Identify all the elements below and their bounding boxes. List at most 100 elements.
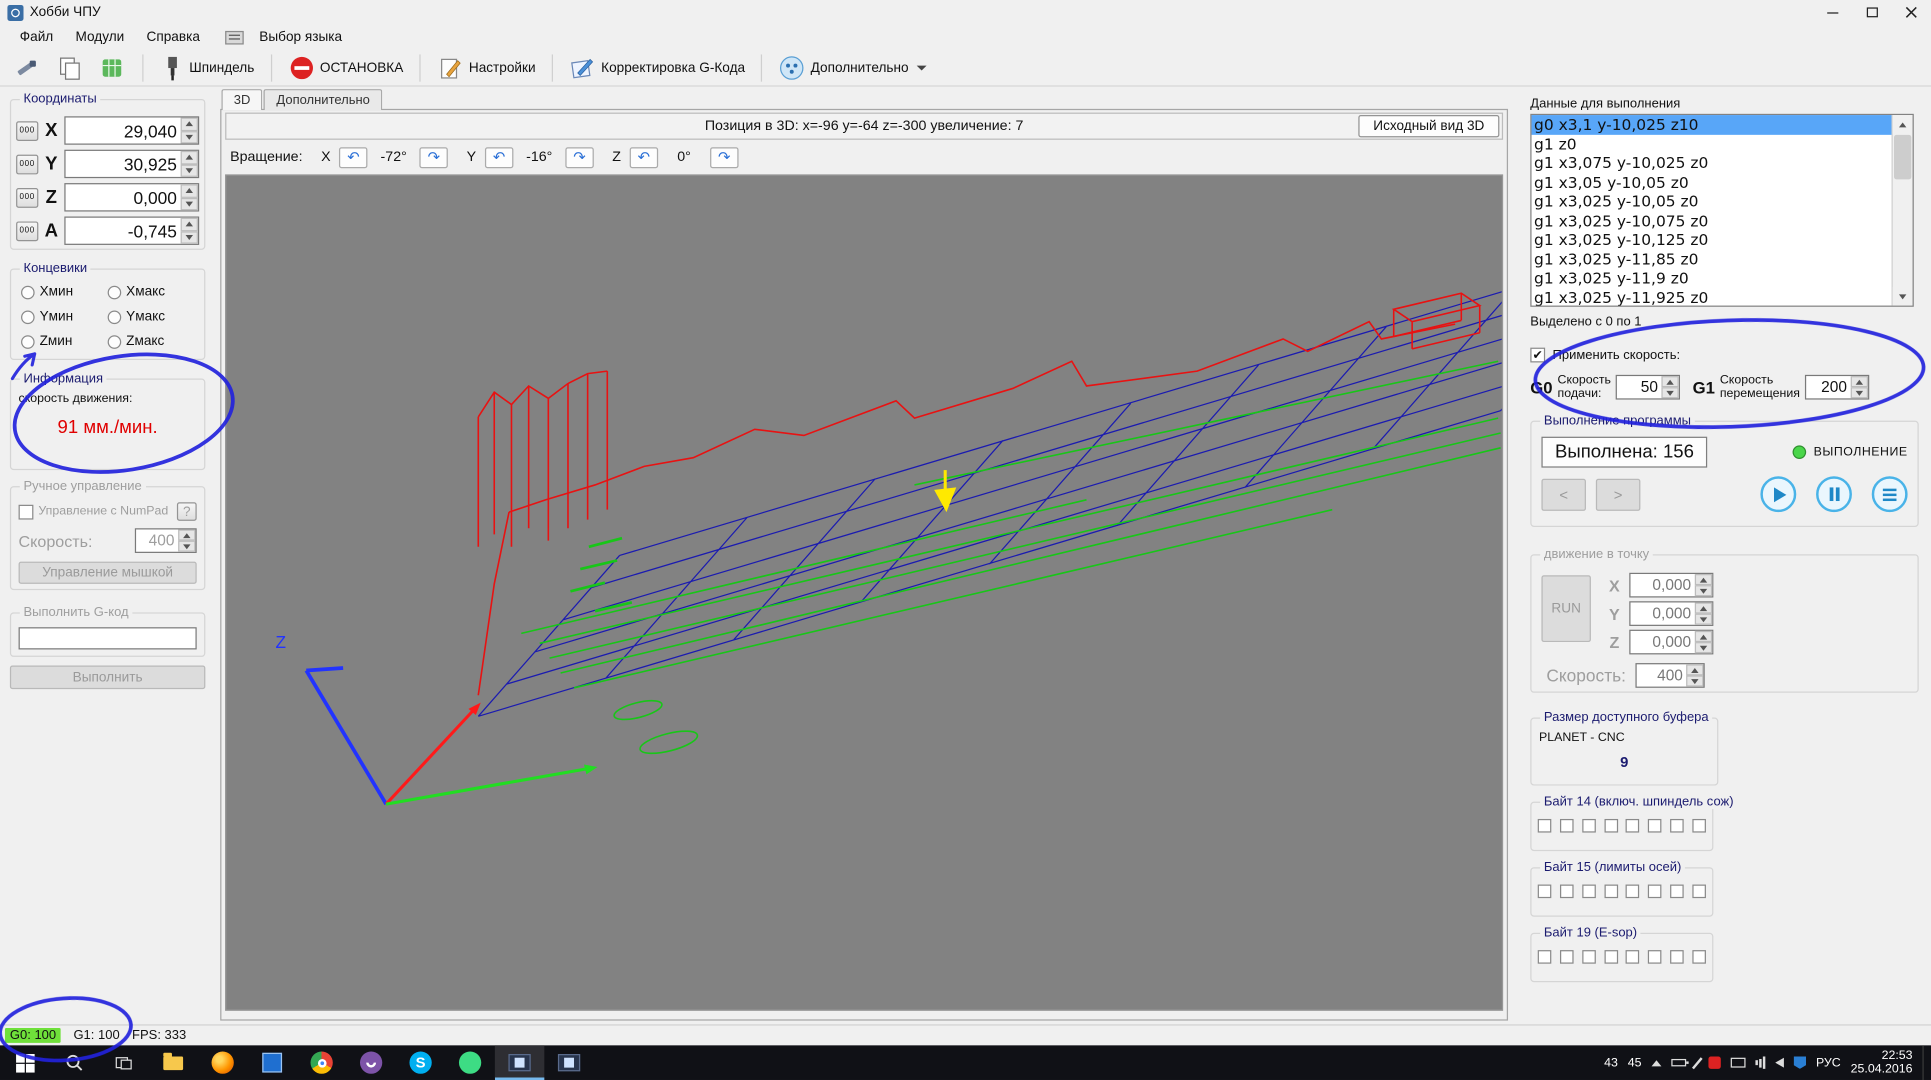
- defender-flag-icon[interactable]: [1794, 1056, 1806, 1068]
- prev-line-button[interactable]: <: [1541, 478, 1586, 510]
- radio-xmax[interactable]: [108, 285, 122, 299]
- viewport-3d[interactable]: Z: [225, 174, 1503, 1010]
- photos-app-button[interactable]: [247, 1045, 296, 1080]
- spin-up-button[interactable]: [1695, 574, 1712, 585]
- gcode-line[interactable]: g1 x3,025 y-10,075 z0: [1532, 211, 1892, 230]
- task-view-button[interactable]: [99, 1045, 148, 1080]
- gcode-line[interactable]: g1 x3,025 y-10,125 z0: [1532, 230, 1892, 249]
- radio-ymin[interactable]: [21, 310, 35, 324]
- radio-zmax[interactable]: [108, 335, 122, 349]
- byte14-bit-checkbox[interactable]: [1626, 819, 1640, 833]
- copy-button[interactable]: [51, 51, 88, 83]
- volume-icon[interactable]: [1775, 1058, 1784, 1068]
- menu-help[interactable]: Справка: [137, 27, 210, 47]
- rotate-x-cw-button[interactable]: ↷: [420, 147, 448, 168]
- spin-up-button[interactable]: [1687, 664, 1704, 675]
- tray-expand-button[interactable]: [1651, 1060, 1661, 1066]
- viber-button[interactable]: [346, 1045, 395, 1080]
- network-icon[interactable]: [1755, 1056, 1765, 1068]
- zero-y-button[interactable]: 000: [16, 154, 38, 174]
- numpad-checkbox[interactable]: [19, 504, 34, 519]
- menu-file[interactable]: Файл: [10, 27, 63, 47]
- g0-speed-input[interactable]: 50: [1616, 375, 1680, 400]
- rotate-z-cw-button[interactable]: ↷: [710, 147, 738, 168]
- spin-up-button[interactable]: [1695, 602, 1712, 613]
- show-desktop-button[interactable]: [1922, 1045, 1927, 1080]
- byte15-bit-checkbox[interactable]: [1648, 885, 1662, 899]
- spindle-button[interactable]: Шпиндель: [155, 51, 260, 83]
- point-speed-input[interactable]: 400: [1636, 663, 1705, 688]
- scrollbar[interactable]: [1892, 115, 1913, 306]
- spin-down-button[interactable]: [178, 541, 195, 552]
- help-button[interactable]: ?: [177, 502, 197, 521]
- reset-view-button[interactable]: Исходный вид 3D: [1358, 115, 1499, 137]
- byte15-bit-checkbox[interactable]: [1692, 885, 1706, 899]
- movie-app-button[interactable]: [544, 1045, 593, 1080]
- pause-button[interactable]: [1816, 476, 1852, 512]
- rotate-y-ccw-button[interactable]: ↶: [485, 147, 513, 168]
- gcode-line[interactable]: g1 x3,025 y-11,925 z0: [1532, 288, 1892, 307]
- monitor-tray-icon[interactable]: [1731, 1058, 1746, 1068]
- scroll-down-button[interactable]: [1893, 287, 1913, 306]
- spin-down-button[interactable]: [181, 197, 198, 210]
- scroll-up-button[interactable]: [1893, 115, 1913, 134]
- tray-badge-45[interactable]: 45: [1628, 1056, 1642, 1070]
- byte15-bit-checkbox[interactable]: [1670, 885, 1684, 899]
- byte15-bit-checkbox[interactable]: [1538, 885, 1552, 899]
- search-button[interactable]: [49, 1045, 98, 1080]
- spin-up-button[interactable]: [178, 529, 195, 540]
- chrome-button[interactable]: [297, 1045, 346, 1080]
- gcode-line[interactable]: g0 x3,1 y-10,025 z10: [1532, 115, 1892, 134]
- y-coordinate-input[interactable]: 30,925: [64, 150, 199, 178]
- skype-button[interactable]: S: [396, 1045, 445, 1080]
- radio-ymax[interactable]: [108, 310, 122, 324]
- spin-up-button[interactable]: [1695, 631, 1712, 642]
- byte19-bit-checkbox[interactable]: [1538, 950, 1552, 964]
- gcode-line[interactable]: g1 x3,025 y-11,9 z0: [1532, 268, 1892, 287]
- tab-additional[interactable]: Дополнительно: [264, 89, 382, 110]
- z-coordinate-input[interactable]: 0,000: [64, 183, 199, 211]
- apply-speed-checkbox[interactable]: [1530, 348, 1545, 363]
- byte15-bit-checkbox[interactable]: [1560, 885, 1574, 899]
- spin-down-button[interactable]: [181, 131, 198, 144]
- mouse-control-button[interactable]: Управление мышкой: [19, 562, 197, 584]
- rotate-y-cw-button[interactable]: ↷: [565, 147, 593, 168]
- language-indicator[interactable]: РУС: [1816, 1056, 1841, 1070]
- zero-a-button[interactable]: 000: [16, 221, 38, 241]
- next-line-button[interactable]: >: [1596, 478, 1641, 510]
- spin-up-button[interactable]: [181, 151, 198, 164]
- spin-up-button[interactable]: [181, 118, 198, 131]
- gcode-correction-button[interactable]: Корректировка G-Кода: [564, 51, 750, 83]
- zero-x-button[interactable]: 000: [16, 121, 38, 141]
- play-button[interactable]: [1760, 476, 1796, 512]
- run-button[interactable]: RUN: [1541, 575, 1590, 642]
- spin-up-button[interactable]: [181, 184, 198, 197]
- spin-down-button[interactable]: [1851, 387, 1868, 398]
- settings-button[interactable]: Настройки: [432, 51, 541, 83]
- execute-button[interactable]: Выполнить: [10, 666, 205, 690]
- menu-modules[interactable]: Модули: [66, 27, 135, 47]
- file-explorer-button[interactable]: [148, 1045, 197, 1080]
- byte19-bit-checkbox[interactable]: [1648, 950, 1662, 964]
- additional-button[interactable]: Дополнительно: [774, 51, 933, 83]
- byte15-bit-checkbox[interactable]: [1604, 885, 1618, 899]
- clock[interactable]: 22:53 25.04.2016: [1851, 1049, 1913, 1076]
- gcode-line[interactable]: g1 x3,075 y-10,025 z0: [1532, 153, 1892, 172]
- green-app-button[interactable]: [445, 1045, 494, 1080]
- byte14-bit-checkbox[interactable]: [1670, 819, 1684, 833]
- minimize-button[interactable]: [1812, 0, 1852, 25]
- byte15-bit-checkbox[interactable]: [1626, 885, 1640, 899]
- gcode-line[interactable]: g1 z0: [1532, 134, 1892, 153]
- active-app-button[interactable]: [495, 1045, 544, 1080]
- byte15-bit-checkbox[interactable]: [1582, 885, 1596, 899]
- spin-down-button[interactable]: [1662, 387, 1679, 398]
- red-app-tray-icon[interactable]: [1708, 1056, 1720, 1068]
- tab-3d[interactable]: 3D: [221, 89, 262, 110]
- byte14-bit-checkbox[interactable]: [1648, 819, 1662, 833]
- byte14-bit-checkbox[interactable]: [1538, 819, 1552, 833]
- menu-language[interactable]: Выбор языка: [249, 27, 352, 47]
- a-coordinate-input[interactable]: -0,745: [64, 216, 199, 244]
- spin-down-button[interactable]: [181, 231, 198, 244]
- firefox-button[interactable]: [198, 1045, 247, 1080]
- spin-up-button[interactable]: [181, 218, 198, 231]
